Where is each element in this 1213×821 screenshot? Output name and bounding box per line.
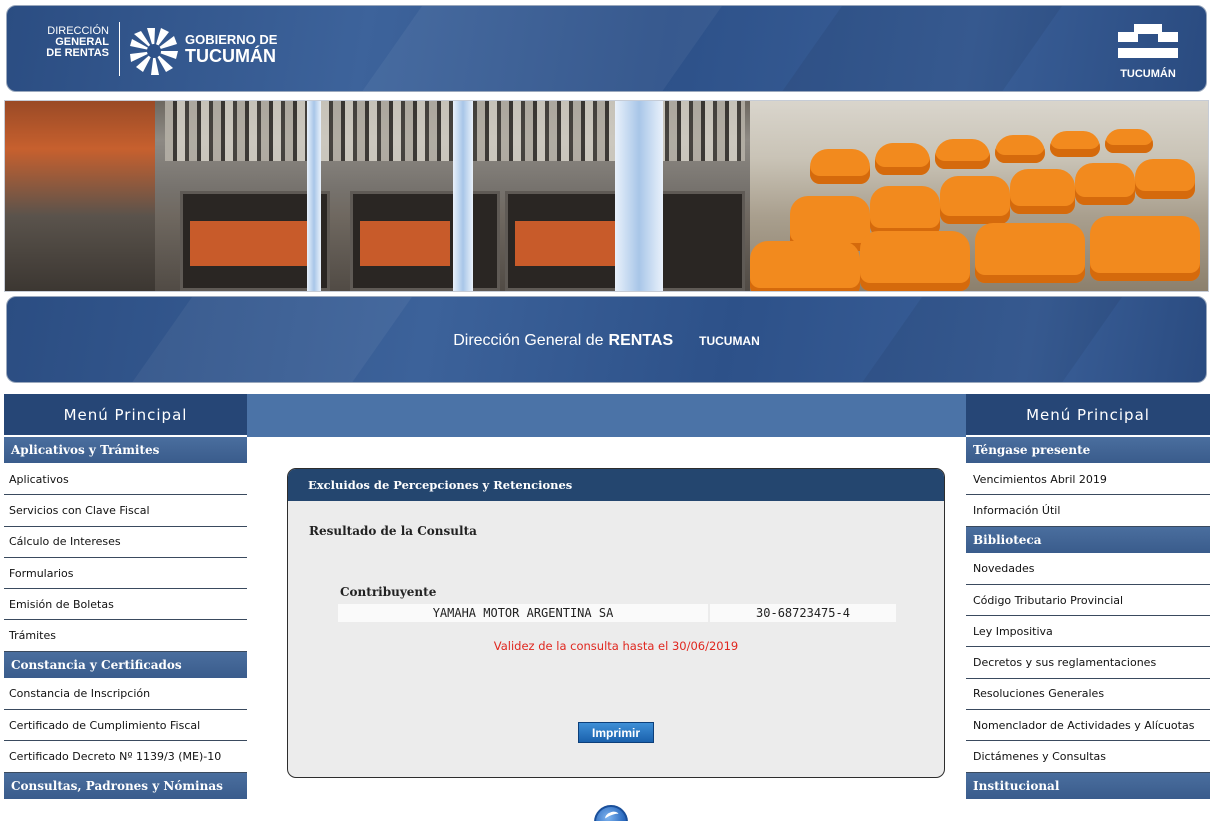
menu-item-novedades[interactable]: Novedades <box>966 553 1210 585</box>
menu-section-consultas: Consultas, Padrones y Nóminas <box>4 772 247 800</box>
right-menu-header: Menú Principal <box>966 394 1210 437</box>
menu-item-resoluciones-generales[interactable]: Resoluciones Generales <box>966 678 1210 711</box>
tucuman-bars-logo-icon: TUCUMÁN <box>1118 20 1178 86</box>
menu-section-biblioteca: Biblioteca <box>966 526 1210 554</box>
gob-logo-text: GOBIERNO DE TUCUMÁN <box>185 31 277 65</box>
banner-photo-auditorium <box>750 101 1208 291</box>
right-logo-text: TUCUMÁN <box>1120 68 1176 80</box>
top-header: DIRECCIÓN GENERAL DE RENTAS GOBIERNO DE … <box>6 5 1207 92</box>
left-menu-header: Menú Principal <box>4 394 247 437</box>
menu-item-formularios[interactable]: Formularios <box>4 557 247 590</box>
menu-section-institucional: Institucional <box>966 772 1210 800</box>
title-band: Dirección General de RENTAS TUCUMAN <box>6 296 1207 383</box>
menu-item-codigo-tributario[interactable]: Código Tributario Provincial <box>966 584 1210 617</box>
info-circle-icon[interactable] <box>594 805 628 821</box>
contributor-row: YAMAHA MOTOR ARGENTINA SA 30-68723475-4 <box>338 604 896 622</box>
center-top-bar <box>247 394 966 437</box>
banner-photo <box>4 100 1209 292</box>
dgr-logo-text: DIRECCIÓN GENERAL DE RENTAS <box>29 26 109 59</box>
left-menu: Menú Principal Aplicativos y Trámites Ap… <box>4 394 247 800</box>
validity-notice: Validez de la consulta hasta el 30/06/20… <box>493 639 739 653</box>
menu-item-ley-impositiva[interactable]: Ley Impositiva <box>966 616 1210 648</box>
menu-item-servicios-clave-fiscal[interactable]: Servicios con Clave Fiscal <box>4 495 247 527</box>
menu-item-dictamenes[interactable]: Dictámenes y Consultas <box>966 741 1210 773</box>
right-menu: Menú Principal Téngase presente Vencimie… <box>966 394 1210 800</box>
panel-subtitle: Resultado de la Consulta <box>309 524 477 538</box>
contributor-name: YAMAHA MOTOR ARGENTINA SA <box>338 604 708 622</box>
logo-separator <box>119 22 120 76</box>
panel-title: Excluidos de Percepciones y Retenciones <box>288 469 944 501</box>
header-decoration <box>757 6 1077 91</box>
menu-item-decretos[interactable]: Decretos y sus reglamentaciones <box>966 647 1210 679</box>
print-button[interactable]: Imprimir <box>578 722 654 743</box>
menu-item-nomenclador[interactable]: Nomenclador de Actividades y Alícuotas <box>966 710 1210 742</box>
menu-section-tengase-presente: Téngase presente <box>966 437 1210 464</box>
site-title-part3: TUCUMAN <box>699 333 760 348</box>
menu-item-emision-boletas[interactable]: Emisión de Boletas <box>4 589 247 621</box>
result-panel: Excluidos de Percepciones y Retenciones … <box>287 468 945 778</box>
menu-section-aplicativos: Aplicativos y Trámites <box>4 437 247 464</box>
header-decoration <box>337 6 737 91</box>
site-title: Dirección General de RENTAS TUCUMAN <box>7 297 1206 382</box>
menu-item-certificado-decreto[interactable]: Certificado Decreto Nº 1139/3 (ME)-10 <box>4 741 247 773</box>
site-title-part1: Dirección General de <box>453 331 604 349</box>
menu-item-vencimientos[interactable]: Vencimientos Abril 2019 <box>966 464 1210 496</box>
menu-item-certificado-cumplimiento[interactable]: Certificado de Cumplimiento Fiscal <box>4 710 247 742</box>
menu-item-constancia-inscripcion[interactable]: Constancia de Inscripción <box>4 678 247 711</box>
contributor-cuit: 30-68723475-4 <box>710 604 896 622</box>
dgr-logo-line: DE RENTAS <box>46 47 109 59</box>
site-title-part2: RENTAS <box>608 331 674 349</box>
menu-item-informacion-util[interactable]: Información Útil <box>966 495 1210 527</box>
menu-item-aplicativos[interactable]: Aplicativos <box>4 464 247 496</box>
banner-photo-building <box>5 101 750 291</box>
contributor-label: Contribuyente <box>340 585 437 599</box>
gob-logo-line2: TUCUMÁN <box>185 46 276 66</box>
menu-item-calculo-intereses[interactable]: Cálculo de Intereses <box>4 526 247 558</box>
sunburst-logo-icon <box>130 28 178 75</box>
menu-item-tramites[interactable]: Trámites <box>4 620 247 652</box>
menu-section-constancias: Constancia y Certificados <box>4 651 247 679</box>
